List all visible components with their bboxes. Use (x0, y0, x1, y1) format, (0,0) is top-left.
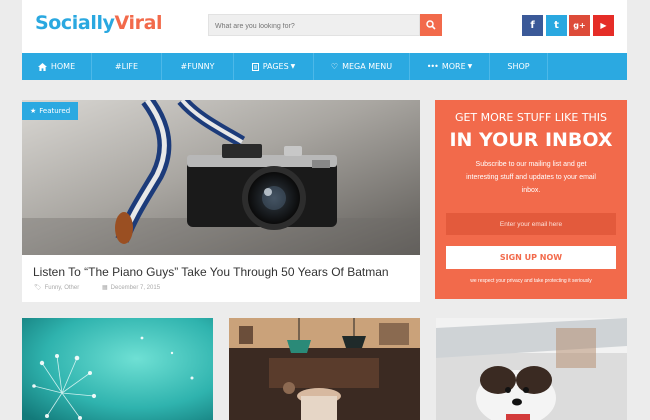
nav-label-more: MORE (441, 62, 466, 71)
twitter-icon[interactable]: t (546, 15, 567, 36)
nav-item-pages[interactable]: PAGES ▼ (234, 53, 314, 80)
cafe-photo (229, 318, 420, 420)
nav-item-life[interactable]: #LIFE (92, 53, 162, 80)
nav-label-mega-menu: MEGA MENU (342, 62, 393, 71)
subscribe-heading: GET MORE STUFF LIKE THIS (454, 111, 608, 124)
youtube-icon[interactable]: ▶ (593, 15, 614, 36)
privacy-note: we respect your privacy and take protect… (470, 278, 592, 284)
dandelion-photo (22, 318, 213, 420)
nav-item-mega-menu[interactable]: ♡ MEGA MENU (314, 53, 410, 80)
youtube-glyph: ▶ (600, 21, 607, 30)
nav-label-funny: #FUNNY (180, 62, 215, 71)
camera-photo (22, 100, 420, 255)
site-logo[interactable]: SociallyViral (35, 12, 163, 34)
featured-badge: ★ Featured (22, 102, 79, 120)
nav-item-shop[interactable]: SHOP (490, 53, 548, 80)
facebook-glyph: f (530, 20, 535, 31)
site-header: SociallyViral f t g+ ▶ (22, 0, 627, 53)
nav-label-shop: SHOP (507, 62, 530, 71)
logo-part-2: Viral (114, 12, 163, 34)
nav-label-life: #LIFE (114, 62, 139, 71)
post-tags-text[interactable]: Funny, Other (45, 285, 80, 291)
nav-label-home: HOME (50, 62, 76, 71)
home-icon (37, 62, 47, 71)
post-card-cafe[interactable] (229, 318, 420, 420)
post-date-text: December 7, 2015 (110, 284, 161, 291)
featured-title[interactable]: Listen To “The Piano Guys” Take You Thro… (33, 265, 389, 279)
sign-up-button[interactable]: SIGN UP NOW (446, 246, 616, 269)
featured-image[interactable]: ★ Featured (22, 100, 420, 255)
logo-part-1: Socially (35, 12, 115, 34)
subscribe-widget: GET MORE STUFF LIKE THIS IN YOUR INBOX S… (435, 100, 627, 299)
chevron-down-icon: ▼ (290, 63, 296, 70)
calendar-icon: ▦ (102, 285, 108, 291)
nav-item-funny[interactable]: #FUNNY (162, 53, 234, 80)
pages-icon (251, 62, 259, 71)
twitter-glyph: t (554, 20, 559, 31)
email-field[interactable] (446, 213, 616, 235)
nav-item-home[interactable]: HOME (22, 53, 92, 80)
nav-item-more[interactable]: ••• MORE ▼ (410, 53, 490, 80)
featured-badge-label: Featured (39, 107, 71, 115)
post-card-dandelion[interactable] (22, 318, 213, 420)
facebook-icon[interactable]: f (522, 15, 543, 36)
search-box (208, 14, 420, 37)
google-plus-glyph: g+ (573, 21, 586, 30)
subscribe-description: Subscribe to our mailing list and get in… (466, 161, 596, 194)
dog-photo (436, 318, 627, 420)
post-date: ▦ December 7, 2015 (102, 284, 161, 292)
more-icon: ••• (426, 62, 439, 71)
nav-label-pages: PAGES (262, 62, 289, 71)
post-card-dog[interactable] (436, 318, 627, 420)
search-button[interactable] (420, 14, 442, 36)
search-icon (426, 20, 436, 30)
heart-icon: ♡ (330, 62, 339, 71)
featured-post: ★ Featured Listen To “The Piano Guys” Ta… (22, 100, 420, 302)
post-tags: 🏷 Funny, Other (34, 284, 80, 292)
star-icon: ★ (30, 107, 37, 115)
tag-icon: 🏷 (34, 285, 42, 291)
search-input[interactable] (209, 16, 419, 37)
subscribe-heading-large: IN YOUR INBOX (449, 129, 613, 151)
google-plus-icon[interactable]: g+ (569, 15, 590, 36)
main-nav: HOME #LIFE #FUNNY PAGES ▼ ♡ MEGA MENU ••… (22, 53, 627, 80)
chevron-down-icon: ▼ (467, 63, 473, 70)
